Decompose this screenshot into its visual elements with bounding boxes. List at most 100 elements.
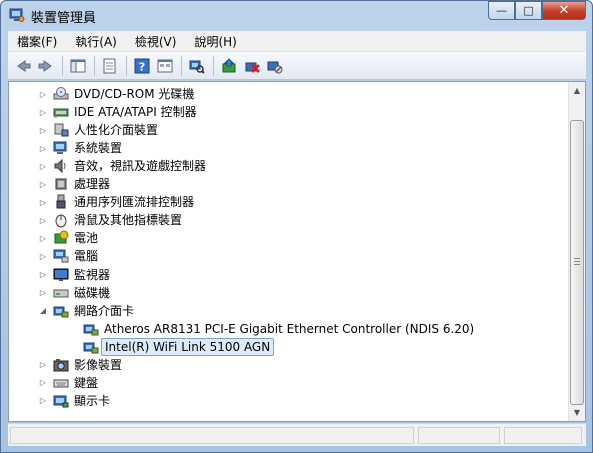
sound-icon — [53, 158, 69, 174]
expand-arrow-icon[interactable]: ▷ — [38, 107, 48, 117]
device-manager-window: 裝置管理員 — □ ✕ 檔案(F) 執行(A) 檢視(V) 說明(H) ? ▷ D… — [0, 0, 593, 453]
tree-category[interactable]: ▷ 影像裝置 — [9, 356, 564, 374]
tree-category[interactable]: ▷ 滑鼠及其他指標裝置 — [9, 211, 564, 229]
usb-icon — [53, 194, 69, 210]
uninstall-icon — [245, 62, 260, 73]
expand-arrow-icon[interactable]: ▷ — [38, 360, 48, 370]
menu-file[interactable]: 檔案(F) — [8, 33, 66, 50]
battery-icon — [53, 230, 69, 246]
scroll-up-button[interactable]: ▲ — [569, 82, 585, 99]
disable-device-button[interactable] — [264, 55, 286, 77]
scroll-down-button[interactable]: ▼ — [569, 404, 585, 421]
network-adapter-icon — [83, 339, 99, 355]
toolbar: ? — [8, 52, 586, 80]
tree-item-label: 電腦 — [74, 249, 99, 264]
tree-device[interactable]: Atheros AR8131 PCI-E Gigabit Ethernet Co… — [9, 320, 564, 338]
toolbar-separator — [181, 55, 182, 76]
status-cell-3 — [504, 427, 582, 444]
console-tree-button[interactable] — [67, 55, 89, 77]
scan-hardware-button[interactable] — [186, 55, 208, 77]
disk-drive-icon — [53, 285, 69, 301]
tree-category[interactable]: ▷ 通用序列匯流排控制器 — [9, 193, 564, 211]
tree-item-label: 電池 — [74, 231, 99, 246]
display-adapter-icon — [53, 393, 69, 409]
help-button[interactable]: ? — [131, 55, 153, 77]
expand-arrow-icon[interactable]: ▷ — [38, 161, 48, 171]
device-manager-icon — [9, 8, 25, 22]
tree-category[interactable]: ▷ 電腦 — [9, 247, 564, 265]
collapse-arrow-icon[interactable]: ◢ — [38, 306, 48, 316]
close-button[interactable]: ✕ — [542, 1, 586, 20]
update-driver-button[interactable] — [218, 55, 240, 77]
expand-arrow-icon[interactable]: ▷ — [38, 143, 48, 153]
expand-arrow-icon[interactable]: ▷ — [38, 215, 48, 225]
scroll-thumb[interactable] — [570, 120, 584, 405]
tree-item-label: DVD/CD-ROM 光碟機 — [74, 87, 195, 101]
mouse-icon — [53, 212, 69, 228]
tree-category[interactable]: ▷ 音效，視訊及遊戲控制器 — [9, 157, 564, 175]
expand-arrow-icon[interactable]: ▷ — [38, 288, 48, 298]
expand-arrow-icon[interactable]: ▷ — [38, 233, 48, 243]
title-bar[interactable]: 裝置管理員 — □ ✕ — [1, 1, 592, 31]
tree-item-label: 滑鼠及其他指標裝置 — [74, 213, 183, 228]
expand-arrow-icon[interactable]: ▷ — [38, 378, 48, 388]
tree-category[interactable]: ▷ IDE ATA/ATAPI 控制器 — [9, 103, 564, 121]
tree-item-label: Atheros AR8131 PCI-E Gigabit Ethernet Co… — [104, 321, 475, 336]
console-tree-icon — [70, 59, 86, 72]
toolbar-separator — [94, 55, 95, 76]
tree-category[interactable]: ▷ 電池 — [9, 229, 564, 247]
expand-arrow-icon[interactable]: ▷ — [38, 251, 48, 261]
menu-view[interactable]: 檢視(V) — [126, 33, 186, 50]
device-tree-pane: ▷ DVD/CD-ROM 光碟機 ▷ IDE ATA/ATAPI 控制器 ▷ 人性化介面裝… — [8, 81, 586, 422]
menu-bar: 檔案(F) 執行(A) 檢視(V) 說明(H) — [8, 31, 586, 52]
tree-category[interactable]: ▷ 鍵盤 — [9, 374, 564, 392]
tree-category[interactable]: ▷ 系統裝置 — [9, 139, 564, 157]
tree-device[interactable]: Intel(R) WiFi Link 5100 AGN — [9, 337, 564, 356]
view-button[interactable] — [154, 55, 176, 77]
maximize-button[interactable]: □ — [515, 1, 542, 20]
status-bar — [8, 423, 586, 446]
caption-buttons: — □ ✕ — [488, 1, 586, 20]
tree-category[interactable]: ◢ 網路介面卡 — [9, 302, 564, 320]
expand-arrow-icon[interactable]: ▷ — [38, 89, 48, 99]
properties-button[interactable] — [99, 55, 121, 77]
tree-item-label: 人性化介面裝置 — [74, 123, 159, 138]
expand-arrow-icon[interactable]: ▷ — [38, 197, 48, 207]
device-tree: ▷ DVD/CD-ROM 光碟機 ▷ IDE ATA/ATAPI 控制器 ▷ 人性化介面裝… — [9, 82, 567, 421]
tree-item-label: 磁碟機 — [74, 285, 111, 300]
tree-category[interactable]: ▷ 磁碟機 — [9, 284, 564, 302]
help-icon: ? — [134, 58, 150, 73]
uninstall-button[interactable] — [241, 55, 263, 77]
tree-category[interactable]: ▷ 顯示卡 — [9, 392, 564, 410]
expand-arrow-icon[interactable]: ▷ — [38, 396, 48, 406]
tree-item-label: 系統裝置 — [74, 141, 123, 156]
ide-controller-icon — [53, 104, 69, 120]
minimize-button[interactable]: — — [488, 1, 515, 20]
view-icon — [157, 59, 173, 72]
dvd-drive-icon — [53, 86, 69, 102]
update-driver-icon — [222, 57, 236, 72]
expand-arrow-icon[interactable]: ▷ — [38, 270, 48, 280]
properties-icon — [103, 58, 116, 73]
hid-icon — [53, 122, 69, 138]
expand-arrow-icon[interactable]: ▷ — [38, 125, 48, 135]
expand-arrow-icon[interactable]: ▷ — [38, 179, 48, 189]
tree-category[interactable]: ▷ 人性化介面裝置 — [9, 121, 564, 139]
svg-text:?: ? — [139, 60, 145, 73]
toolbar-separator — [62, 55, 63, 76]
vertical-scrollbar[interactable]: ▲ ▼ — [568, 82, 585, 421]
processor-icon — [53, 176, 69, 192]
menu-action[interactable]: 執行(A) — [66, 33, 126, 50]
system-device-icon — [53, 140, 69, 156]
menu-help[interactable]: 說明(H) — [185, 33, 245, 50]
forward-arrow-button[interactable] — [35, 55, 57, 77]
tree-category[interactable]: ▷ 處理器 — [9, 175, 564, 193]
back-arrow-icon — [17, 59, 31, 72]
back-arrow-button[interactable] — [12, 55, 34, 77]
tree-category[interactable]: ▷ 監視器 — [9, 266, 564, 284]
window-title: 裝置管理員 — [31, 11, 97, 26]
tree-item-label: 音效，視訊及遊戲控制器 — [74, 159, 207, 174]
network-adapter-icon — [53, 303, 69, 319]
imaging-device-icon — [53, 357, 69, 373]
tree-category[interactable]: ▷ DVD/CD-ROM 光碟機 — [9, 85, 564, 103]
